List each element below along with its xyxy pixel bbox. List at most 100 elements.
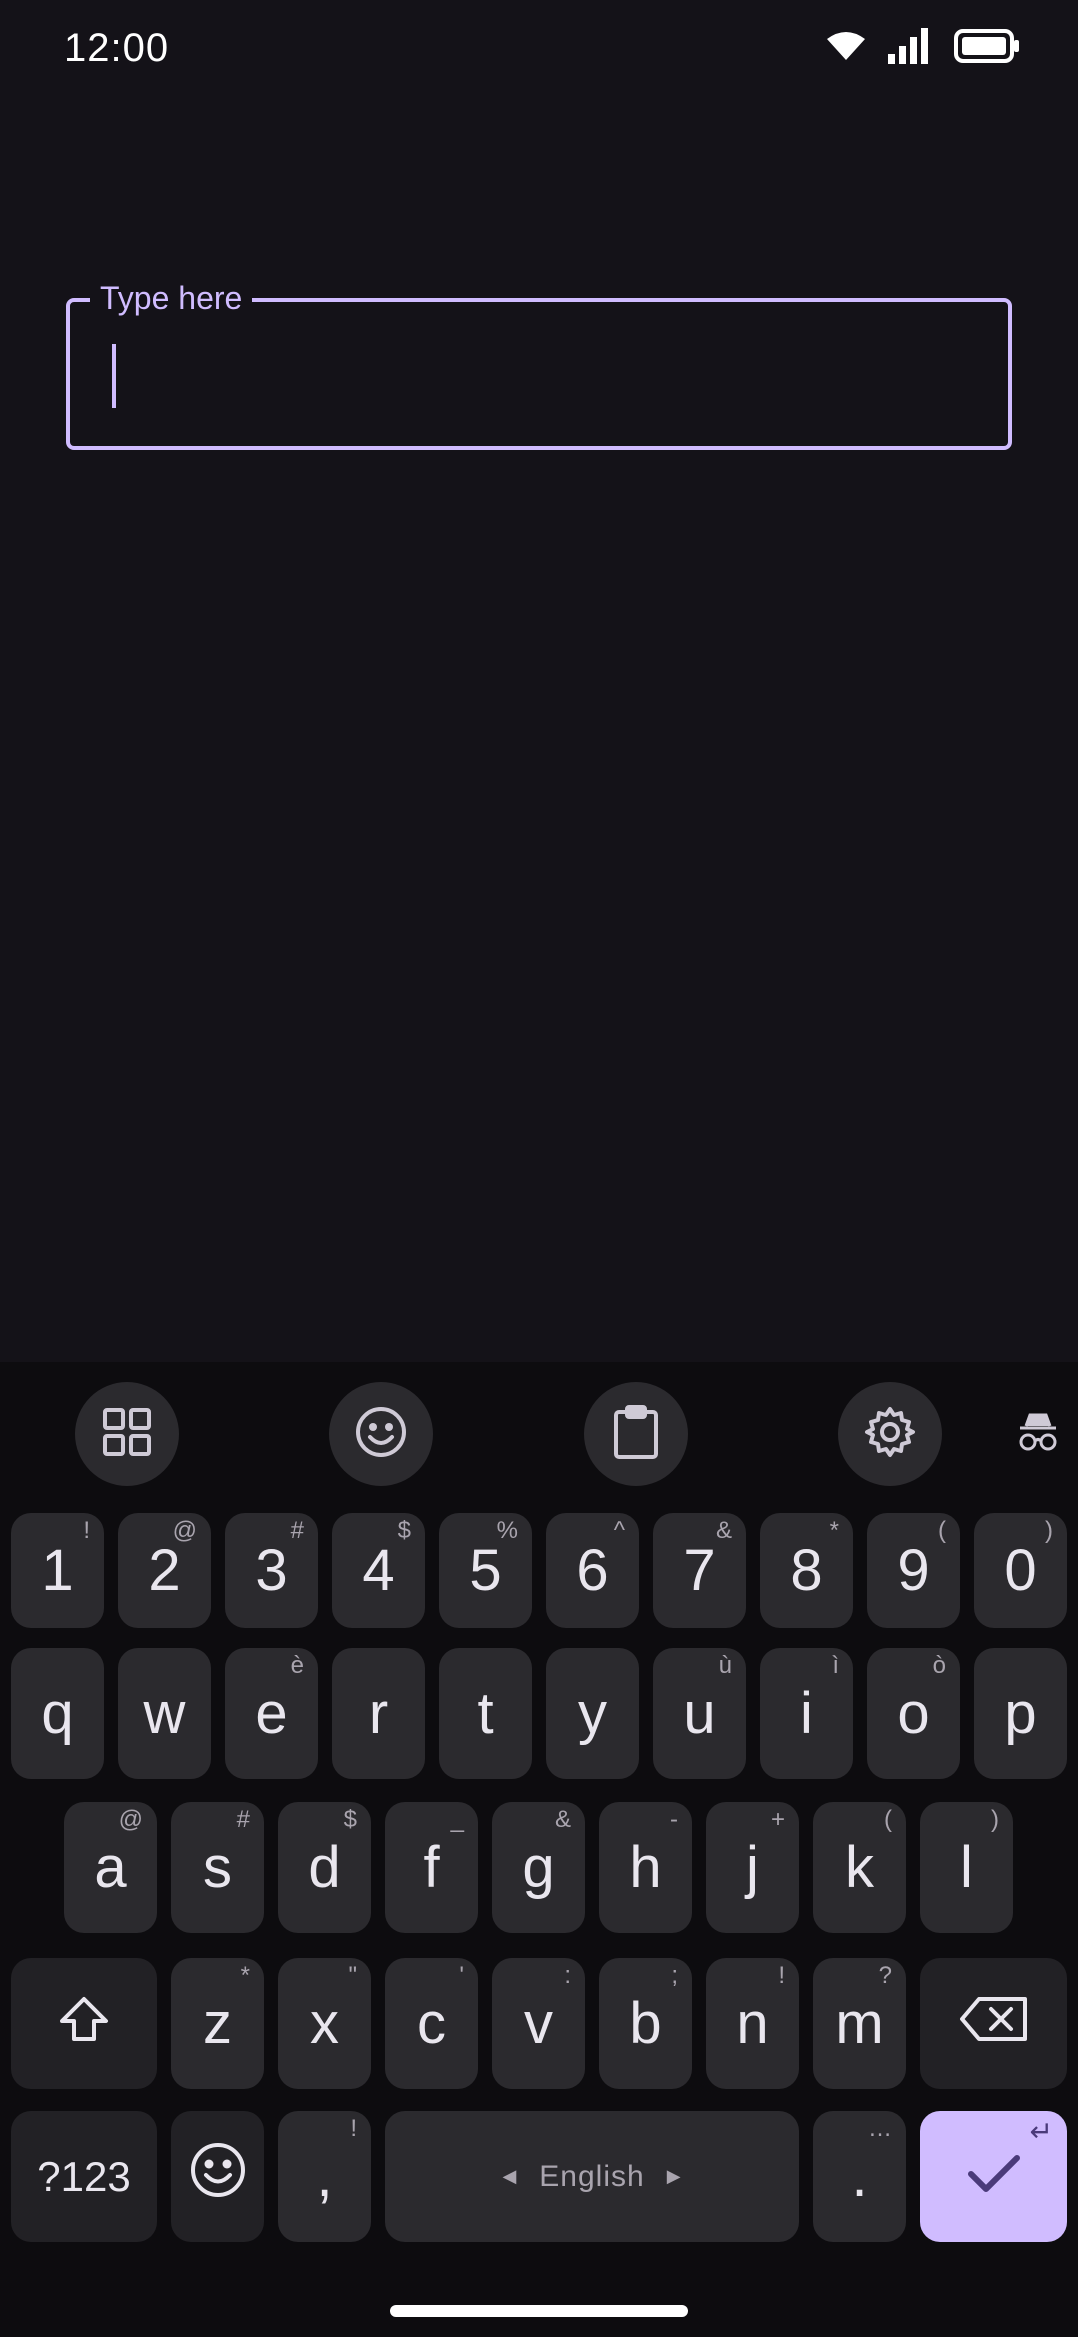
key-label: i (800, 1681, 813, 1746)
key-label: y (578, 1681, 607, 1746)
key-label: 6 (576, 1538, 609, 1603)
key-label: l (960, 1835, 973, 1900)
key-hint: : (564, 1962, 571, 1989)
text-field-label: Type here (90, 278, 253, 318)
key-s[interactable]: s # (171, 1802, 264, 1933)
key-label: b (629, 1991, 662, 2056)
key-r[interactable]: r (332, 1648, 425, 1779)
clipboard-icon (612, 1404, 660, 1465)
key-hint: è (290, 1652, 304, 1679)
key-hint: ? (878, 1962, 892, 1989)
key-1[interactable]: 1! (11, 1513, 104, 1628)
key-t[interactable]: t (439, 1648, 532, 1779)
key-hint: ù (718, 1652, 732, 1679)
key-3[interactable]: 3 # (225, 1513, 318, 1628)
key-4[interactable]: 4 $ (332, 1513, 425, 1628)
key-hint: … (868, 2115, 892, 2142)
key-hint: * (829, 1517, 839, 1544)
key-n[interactable]: n! (706, 1958, 799, 2089)
key-hint: ; (671, 1962, 678, 1989)
key-2[interactable]: 2 @ (118, 1513, 211, 1628)
key-label: 1 (41, 1538, 74, 1603)
keyboard-settings-button[interactable] (838, 1382, 942, 1486)
key-q[interactable]: q (11, 1648, 104, 1779)
incognito-icon[interactable] (1016, 1410, 1060, 1454)
key-hint: ! (83, 1517, 90, 1544)
key-label: o (897, 1681, 930, 1746)
key-label: 5 (469, 1538, 502, 1603)
key-label: 9 (897, 1538, 930, 1603)
key-9[interactable]: 9( (867, 1513, 960, 1628)
key-label: g (522, 1835, 555, 1900)
comma-key[interactable]: ,! (278, 2111, 371, 2242)
key-label: u (683, 1681, 716, 1746)
clipboard-button[interactable] (584, 1382, 688, 1486)
shift-key[interactable] (11, 1958, 157, 2089)
key-hint: ì (832, 1652, 839, 1679)
key-k[interactable]: k( (813, 1802, 906, 1933)
key-5[interactable]: 5% (439, 1513, 532, 1628)
key-label: x (310, 1991, 339, 2056)
key-z[interactable]: z * (171, 1958, 264, 2089)
emoji-icon (354, 1405, 408, 1464)
key-hint: _ (450, 1806, 464, 1833)
key-i[interactable]: iì (760, 1648, 853, 1779)
key-hint: ! (778, 1962, 785, 1989)
key-hint: @ (172, 1517, 197, 1544)
key-8[interactable]: 8 * (760, 1513, 853, 1628)
emoji-key[interactable] (171, 2111, 264, 2242)
space-key[interactable]: ◀ English ▶ (385, 2111, 799, 2242)
key-h[interactable]: h- (599, 1802, 692, 1933)
home-indicator[interactable] (390, 2305, 688, 2317)
symbols-key-label: ?123 (37, 2152, 131, 2200)
key-hint: ò (932, 1652, 946, 1679)
emoji-toolbar-button[interactable] (329, 1382, 433, 1486)
key-o[interactable]: oò (867, 1648, 960, 1779)
key-w[interactable]: w (118, 1648, 211, 1779)
key-d[interactable]: d $ (278, 1802, 371, 1933)
key-g[interactable]: g & (492, 1802, 585, 1933)
backspace-key[interactable] (920, 1958, 1067, 2089)
wifi-icon (826, 31, 866, 61)
key-hint: ^ (613, 1517, 625, 1544)
key-label: 7 (683, 1538, 716, 1603)
key-b[interactable]: b; (599, 1958, 692, 2089)
enter-done-key[interactable]: ↵ (920, 2111, 1067, 2242)
soft-keyboard: 1! 2 @ 3 # 4 $ 5% 6 ^ 7 & 8 * 9( 0) q w eè r t… (0, 1362, 1078, 2337)
key-6[interactable]: 6 ^ (546, 1513, 639, 1628)
key-e[interactable]: eè (225, 1648, 318, 1779)
key-p[interactable]: p (974, 1648, 1067, 1779)
key-hint: % (496, 1517, 518, 1544)
emoji-icon (189, 2141, 247, 2213)
checkmark-icon (966, 2143, 1022, 2210)
key-0[interactable]: 0) (974, 1513, 1067, 1628)
key-7[interactable]: 7 & (653, 1513, 746, 1628)
period-key[interactable]: .… (813, 2111, 906, 2242)
key-v[interactable]: v: (492, 1958, 585, 2089)
key-hint: ' (459, 1962, 464, 1989)
enter-hint: ↵ (1029, 2116, 1053, 2147)
key-j[interactable]: j + (706, 1802, 799, 1933)
key-hint: ) (991, 1806, 999, 1833)
settings-icon (863, 1405, 917, 1464)
key-x[interactable]: x " (278, 1958, 371, 2089)
status-icons (826, 28, 1020, 64)
battery-icon (954, 29, 1020, 63)
apps-grid-icon (102, 1407, 152, 1462)
key-label: m (835, 1991, 884, 2056)
key-c[interactable]: c ' (385, 1958, 478, 2089)
key-label: p (1004, 1681, 1037, 1746)
shift-icon (58, 1990, 110, 2057)
status-bar: 12:00 (0, 0, 1078, 96)
key-l[interactable]: l) (920, 1802, 1013, 1933)
type-here-text-field[interactable]: Type here (66, 278, 1012, 450)
key-m[interactable]: m? (813, 1958, 906, 2089)
key-f[interactable]: f _ (385, 1802, 478, 1933)
key-y[interactable]: y (546, 1648, 639, 1779)
key-u[interactable]: uù (653, 1648, 746, 1779)
symbols-key[interactable]: ?123 (11, 2111, 157, 2242)
apps-grid-button[interactable] (75, 1382, 179, 1486)
key-a[interactable]: a @ (64, 1802, 157, 1933)
key-hint: $ (343, 1806, 357, 1833)
key-label: 2 (148, 1538, 181, 1603)
